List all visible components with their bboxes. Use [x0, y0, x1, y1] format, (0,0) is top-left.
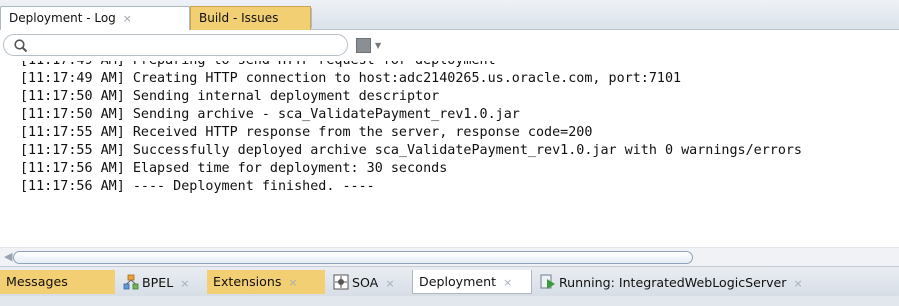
close-icon[interactable]: × [794, 277, 803, 290]
tab-bpel[interactable]: BPEL × [117, 270, 205, 294]
tab-messages[interactable]: Messages [0, 270, 115, 294]
close-icon[interactable]: × [503, 276, 512, 289]
scroll-left-icon[interactable]: ◀ [4, 250, 12, 263]
run-icon [540, 274, 555, 289]
log-line: [11:17:56 AM] Elapsed time for deploymen… [20, 161, 448, 176]
tab-deployment-log[interactable]: Deployment - Log × [0, 6, 190, 30]
tab-running-server[interactable]: Running: IntegratedWebLogicServer × [534, 270, 824, 294]
log-line: [11:17:56 AM] ---- Deployment finished. … [20, 179, 375, 194]
close-icon[interactable]: × [385, 277, 394, 290]
filter-dropdown-button[interactable]: ▼ [356, 38, 382, 54]
status-strip [0, 296, 899, 306]
tab-label: Deployment - Log [9, 11, 116, 25]
tab-label: Extensions [213, 274, 282, 289]
filter-icon [356, 38, 371, 53]
tab-label: BPEL [142, 275, 174, 290]
close-icon[interactable]: × [288, 276, 297, 289]
search-box[interactable] [3, 34, 348, 56]
horizontal-scrollbar[interactable]: ◀ [0, 247, 899, 266]
tab-label: Deployment [419, 274, 497, 289]
tab-label: SOA [352, 275, 379, 290]
log-line: [11:17:55 AM] Received HTTP response fro… [20, 125, 593, 140]
tab-extensions[interactable]: Extensions × [207, 270, 325, 294]
tab-label: Running: IntegratedWebLogicServer [559, 275, 787, 290]
tab-soa[interactable]: SOA × [327, 270, 410, 294]
soa-composite-icon [333, 274, 349, 290]
close-icon[interactable]: × [123, 12, 132, 25]
log-line: [11:17:49 AM] Creating HTTP connection t… [20, 71, 682, 86]
tab-build-issues[interactable]: Build - Issues [190, 6, 311, 30]
search-icon [14, 39, 28, 53]
search-input[interactable] [32, 37, 332, 53]
log-output: [11:17:49 AM] Preparing to send HTTP req… [0, 61, 899, 247]
tab-deployment[interactable]: Deployment × [412, 270, 532, 294]
log-line: [11:17:55 AM] Successfully deployed arch… [20, 143, 802, 158]
bottom-tab-strip: Messages BPEL × Extensions × SOA × Deplo… [0, 266, 899, 296]
chevron-down-icon: ▼ [375, 41, 382, 50]
tab-label: Messages [6, 274, 68, 289]
bpel-icon [123, 274, 139, 290]
log-window: Deployment - Log × Build - Issues ▼ [11:… [0, 0, 899, 306]
close-icon[interactable]: × [180, 277, 189, 290]
log-line: [11:17:49 AM] Preparing to send HTTP req… [20, 61, 496, 70]
search-toolbar: ▼ [0, 30, 899, 61]
log-line: [11:17:50 AM] Sending internal deploymen… [20, 89, 440, 104]
tab-label: Build - Issues [199, 11, 279, 25]
log-tab-strip: Deployment - Log × Build - Issues [0, 0, 899, 30]
log-line: [11:17:50 AM] Sending archive - sca_Vali… [20, 107, 520, 122]
scrollbar-thumb[interactable] [13, 251, 693, 264]
tab-divider [311, 8, 312, 28]
